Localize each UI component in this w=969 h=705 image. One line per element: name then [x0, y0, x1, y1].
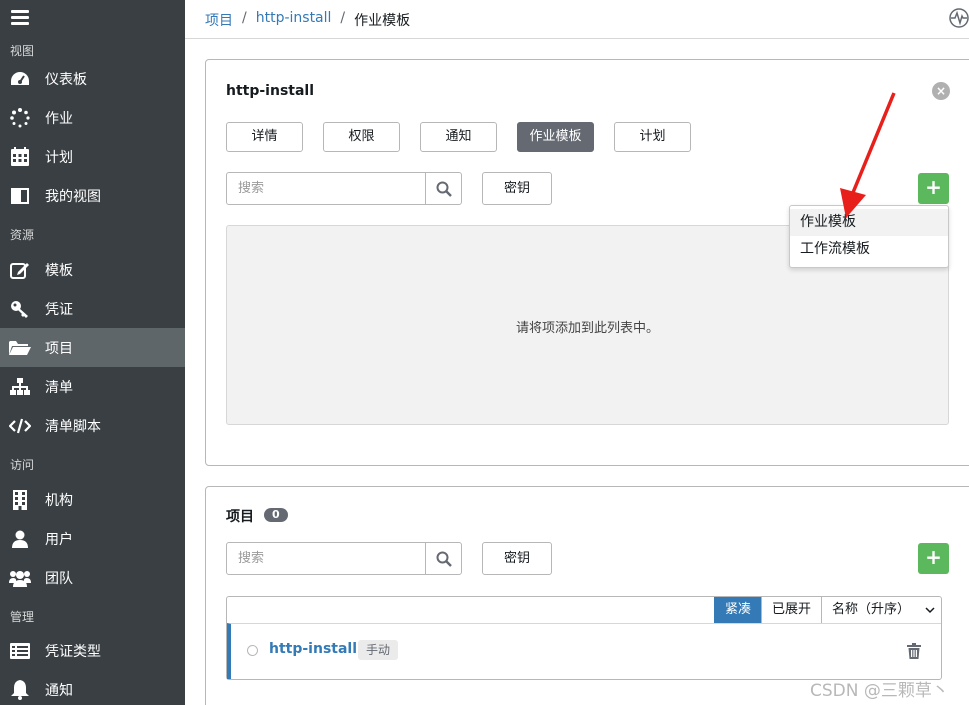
search-box [226, 172, 462, 205]
sidebar-item-label: 凭证类型 [45, 643, 101, 660]
tab-schedules[interactable]: 计划 [614, 122, 691, 152]
chevron-down-icon [925, 597, 935, 623]
sidebar-item-label: 项目 [45, 340, 73, 357]
sidebar-item-label: 清单脚本 [45, 418, 101, 435]
sidebar-item-my-views[interactable]: 我的视图 [0, 176, 185, 215]
top-bar: 项目 / http-install / 作业模板 [185, 0, 969, 39]
panel-title: http-install [226, 83, 315, 99]
spinner-icon [9, 107, 31, 129]
breadcrumb-separator: / [242, 10, 247, 26]
tachometer-icon [9, 68, 31, 90]
menu-toggle-icon[interactable] [11, 10, 29, 26]
search-icon [436, 181, 452, 197]
sidebar-item-teams[interactable]: 团队 [0, 558, 185, 597]
sitemap-icon [9, 376, 31, 398]
project-name-link[interactable]: http-install [269, 641, 357, 657]
close-icon[interactable]: × [932, 82, 950, 100]
sidebar-item-label: 团队 [45, 570, 73, 587]
sidebar-item-label: 计划 [45, 149, 73, 166]
code-icon [9, 415, 31, 437]
sort-select[interactable]: 名称（升序） [821, 597, 941, 623]
search-input[interactable] [227, 173, 426, 204]
projects-panel: 项目 0 密钥 + 紧凑 已展开 名称（升序） http-install 手动 [205, 486, 969, 705]
scm-type-badge: 手动 [358, 640, 399, 660]
sidebar-item-users[interactable]: 用户 [0, 519, 185, 558]
sidebar-item-label: 仪表板 [45, 71, 87, 88]
sidebar-item-schedules[interactable]: 计划 [0, 137, 185, 176]
sort-select-value: 名称（升序） [832, 602, 911, 617]
key-icon [9, 298, 31, 320]
watermark: CSDN @三颗草丶 [810, 681, 949, 701]
sidebar-item-dashboard[interactable]: 仪表板 [0, 59, 185, 98]
tab-notifications[interactable]: 通知 [420, 122, 497, 152]
users-icon [9, 567, 31, 589]
user-icon [9, 528, 31, 550]
list-alt-icon [9, 640, 31, 662]
sidebar-item-templates[interactable]: 模板 [0, 250, 185, 289]
breadcrumb-projects-link[interactable]: 项目 [205, 10, 233, 30]
panel-title: 项目 [226, 509, 254, 525]
search-box [226, 542, 462, 575]
sidebar-item-projects[interactable]: 项目 [0, 328, 185, 367]
add-button[interactable]: + [918, 543, 949, 574]
annotation-arrow [840, 92, 896, 218]
sidebar-item-label: 用户 [45, 531, 73, 548]
sidebar-item-label: 通知 [45, 682, 73, 699]
sidebar-item-organizations[interactable]: 机构 [0, 480, 185, 519]
sidebar-section-resources: 资源 [10, 228, 35, 242]
search-button[interactable] [425, 173, 461, 204]
sidebar-item-label: 我的视图 [45, 188, 101, 205]
sidebar-item-label: 模板 [45, 262, 73, 279]
tab-job-templates[interactable]: 作业模板 [517, 122, 594, 152]
key-button[interactable]: 密钥 [482, 542, 552, 575]
sidebar-item-jobs[interactable]: 作业 [0, 98, 185, 137]
list-toolbar: 紧凑 已展开 名称（升序） [713, 597, 941, 623]
sidebar-section-views: 视图 [10, 44, 35, 58]
activity-stream-icon[interactable] [949, 8, 969, 28]
sidebar-item-label: 作业 [45, 110, 73, 127]
breadcrumb-current: 作业模板 [354, 13, 411, 29]
search-button[interactable] [425, 543, 461, 574]
bell-icon [9, 679, 31, 701]
list-item: http-install 手动 [227, 623, 941, 679]
breadcrumb-project-link[interactable]: http-install [256, 10, 332, 30]
sidebar-item-label: 机构 [45, 492, 73, 509]
trash-icon[interactable] [907, 643, 921, 659]
edit-icon [9, 259, 31, 281]
sidebar-item-inventory-scripts[interactable]: 清单脚本 [0, 406, 185, 445]
sidebar-section-access: 访问 [10, 458, 35, 472]
sidebar-item-credentials[interactable]: 凭证 [0, 289, 185, 328]
breadcrumb: 项目 / http-install / 作业模板 [205, 10, 410, 30]
menu-item-workflow-template[interactable]: 工作流模板 [790, 236, 948, 263]
sidebar-item-credential-types[interactable]: 凭证类型 [0, 631, 185, 670]
columns-icon [9, 185, 31, 207]
sidebar-section-admin: 管理 [10, 610, 35, 624]
sidebar: 视图 仪表板 作业 计划 我的视图 资源 模板 凭证 项目 清单 清单脚本 访问… [0, 0, 185, 705]
sidebar-item-notifications[interactable]: 通知 [0, 670, 185, 705]
empty-list-message: 请将项添加到此列表中。 [515, 321, 659, 336]
building-icon [9, 489, 31, 511]
search-icon [436, 551, 452, 567]
status-icon [247, 645, 258, 656]
key-button[interactable]: 密钥 [482, 172, 552, 205]
folder-open-icon [9, 337, 31, 359]
compact-view-button[interactable]: 紧凑 [713, 597, 761, 623]
project-list: 紧凑 已展开 名称（升序） http-install 手动 [226, 596, 942, 680]
breadcrumb-separator: / [340, 10, 346, 26]
sidebar-item-inventories[interactable]: 清单 [0, 367, 185, 406]
count-badge: 0 [264, 508, 288, 522]
sidebar-item-label: 凭证 [45, 301, 73, 318]
calendar-icon [9, 146, 31, 168]
expanded-view-button[interactable]: 已展开 [760, 597, 821, 623]
add-button[interactable]: + [918, 173, 949, 204]
search-input[interactable] [227, 543, 426, 574]
tab-details[interactable]: 详情 [226, 122, 303, 152]
sidebar-item-label: 清单 [45, 379, 73, 396]
tab-permissions[interactable]: 权限 [323, 122, 400, 152]
